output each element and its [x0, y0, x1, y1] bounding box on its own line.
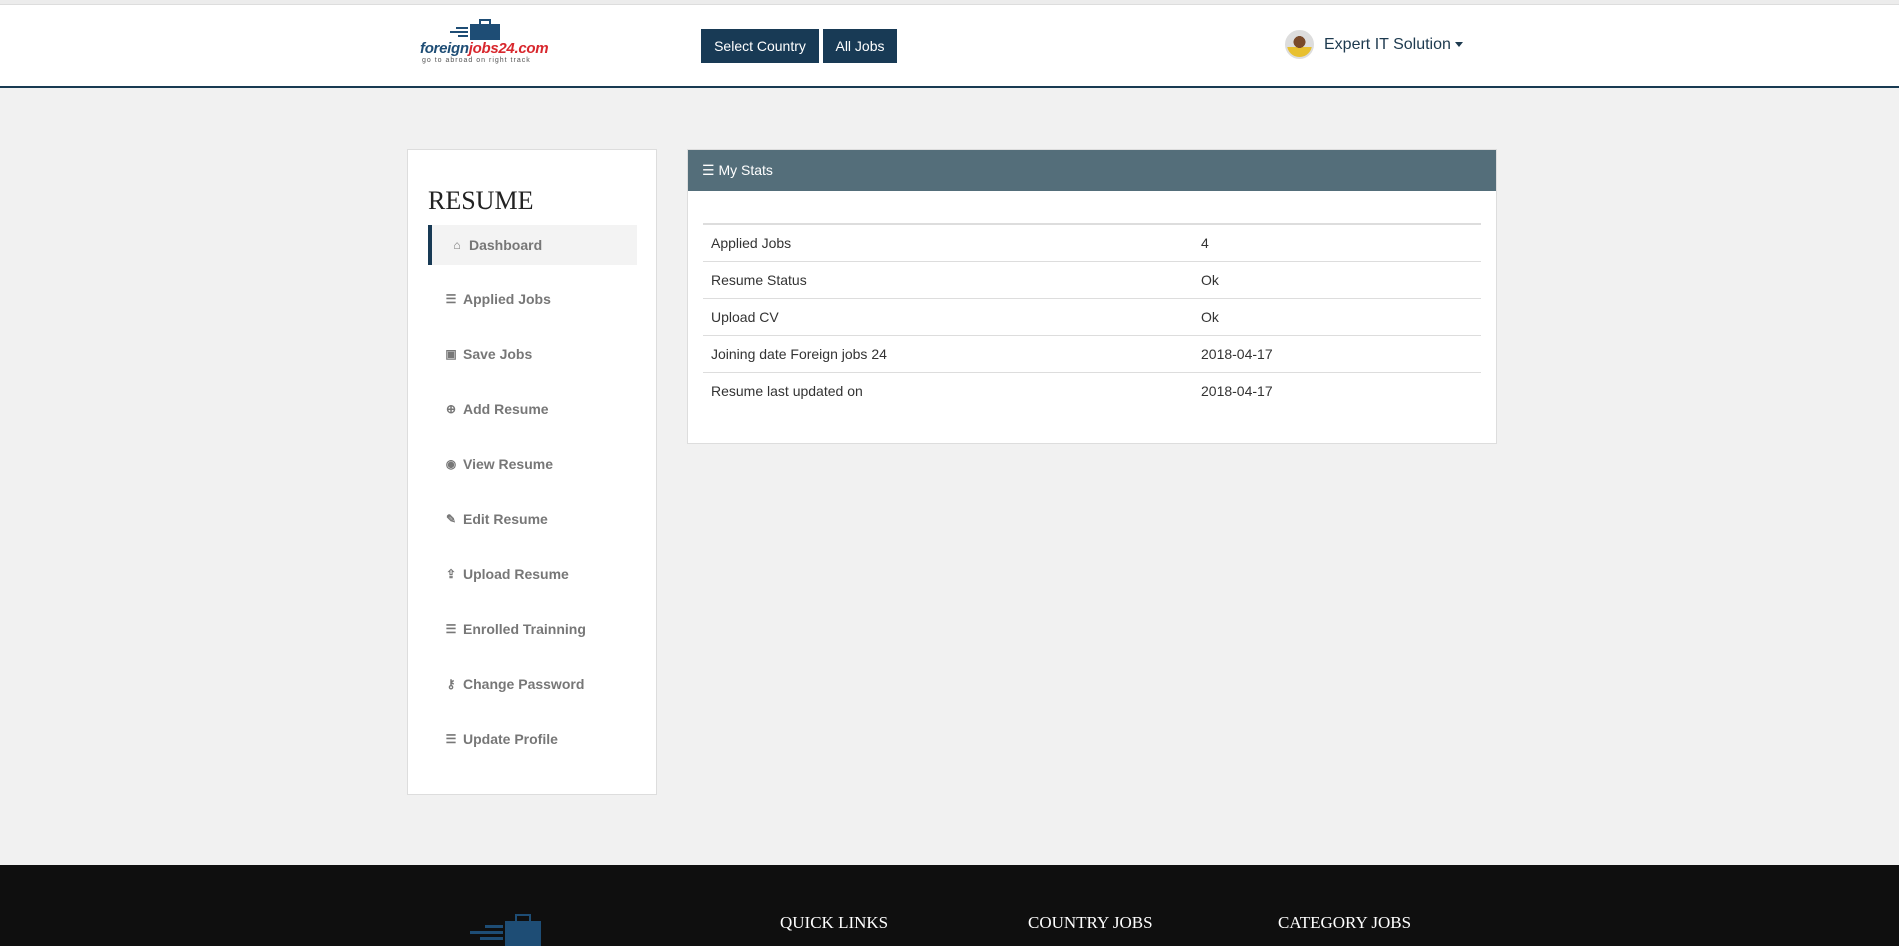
sidebar-item-label: Upload Resume: [463, 566, 569, 582]
sidebar-item-label: Edit Resume: [463, 511, 548, 527]
upload-icon: ⇪: [445, 567, 457, 581]
sidebar-item-change-password[interactable]: ⚷ Change Password: [428, 664, 637, 704]
table-row: Upload CV Ok: [703, 298, 1481, 336]
sidebar-item-save-jobs[interactable]: ▣ Save Jobs: [428, 334, 637, 374]
stat-value: 2018-04-17: [1201, 382, 1273, 399]
sidebar-item-label: Update Profile: [463, 731, 558, 747]
plus-circle-icon: ⊕: [445, 402, 457, 416]
table-row: Joining date Foreign jobs 24 2018-04-17: [703, 335, 1481, 373]
sidebar-title: RESUME: [428, 186, 534, 215]
briefcase-logo-icon: [470, 914, 541, 946]
list-icon: ☰: [445, 292, 457, 306]
all-jobs-button[interactable]: All Jobs: [823, 29, 897, 63]
resume-sidebar: RESUME ⌂ Dashboard ☰ Applied Jobs ▣ Save Jo…: [407, 149, 657, 795]
sidebar-item-label: Change Password: [463, 676, 585, 692]
site-footer: QUICK LINKS COUNTRY JOBS CATEGORY JOBS: [0, 865, 1899, 946]
sidebar-item-edit-resume[interactable]: ✎ Edit Resume: [428, 499, 637, 539]
stat-value: Ok: [1193, 298, 1481, 336]
key-icon: ⚷: [446, 677, 456, 691]
list-icon: ☰: [445, 622, 457, 636]
footer-heading-quick-links: QUICK LINKS: [780, 913, 889, 932]
stat-label: Applied Jobs: [703, 224, 1193, 262]
my-stats-panel: ☰ My Stats Applied Jobs 4 Resume Status Ok…: [687, 149, 1497, 444]
table-row: Resume last updated on 2018-04-17: [703, 372, 1481, 409]
menu-icon: ☰: [702, 162, 719, 178]
sidebar-item-label: View Resume: [463, 456, 554, 472]
sidebar-item-view-resume[interactable]: ◉ View Resume: [428, 444, 637, 484]
stat-label: Upload CV: [703, 298, 1193, 336]
sidebar-item-dashboard[interactable]: ⌂ Dashboard: [428, 225, 637, 265]
select-country-button[interactable]: Select Country: [701, 29, 819, 63]
panel-title: My Stats: [718, 162, 773, 178]
stat-value: 4: [1193, 224, 1481, 262]
site-header: foreignjobs24.com go to abroad on right …: [0, 5, 1899, 88]
sidebar-item-enrolled-training[interactable]: ☰ Enrolled Trainning: [428, 609, 637, 649]
logo-tagline: go to abroad on right track: [422, 57, 531, 64]
sidebar-item-upload-resume[interactable]: ⇪ Upload Resume: [428, 554, 637, 594]
edit-icon: ✎: [445, 512, 457, 526]
footer-heading-country-jobs: COUNTRY JOBS: [1028, 913, 1153, 932]
caret-down-icon: [1454, 42, 1463, 47]
stat-label: Resume last updated on: [711, 382, 863, 399]
table-row: Applied Jobs 4: [703, 224, 1481, 262]
stat-label: Resume Status: [703, 261, 1193, 299]
sidebar-item-label: Add Resume: [463, 401, 549, 417]
user-menu[interactable]: Expert IT Solution: [1285, 30, 1463, 59]
sidebar-item-label: Dashboard: [469, 237, 543, 253]
avatar: [1285, 30, 1314, 59]
sidebar-item-add-resume[interactable]: ⊕ Add Resume: [428, 389, 637, 429]
sidebar-item-applied-jobs[interactable]: ☰ Applied Jobs: [428, 279, 637, 319]
sidebar-item-label: Enrolled Trainning: [463, 621, 586, 637]
stats-table: Applied Jobs 4 Resume Status Ok Upload CV O…: [703, 223, 1481, 409]
home-icon: ⌂: [453, 238, 461, 252]
list-icon: ☰: [445, 732, 457, 746]
footer-heading-category-jobs: CATEGORY JOBS: [1278, 913, 1412, 932]
logo-text: foreignjobs24.com: [420, 40, 549, 57]
sidebar-item-label: Applied Jobs: [463, 291, 551, 307]
sidebar-item-update-profile[interactable]: ☰ Update Profile: [428, 719, 637, 759]
user-name: Expert IT Solution: [1324, 35, 1451, 53]
briefcase-logo-icon: [450, 19, 500, 40]
stat-value: 2018-04-17: [1193, 335, 1481, 373]
save-icon: ▣: [445, 347, 457, 361]
sidebar-item-label: Save Jobs: [463, 346, 533, 362]
stat-label: Joining date Foreign jobs 24: [703, 335, 1193, 373]
eye-icon: ◉: [445, 457, 457, 471]
table-row: Resume Status Ok: [703, 261, 1481, 299]
stat-value: Ok: [1193, 261, 1481, 299]
panel-header: ☰ My Stats: [688, 150, 1496, 191]
site-logo[interactable]: foreignjobs24.com go to abroad on right …: [420, 19, 549, 69]
